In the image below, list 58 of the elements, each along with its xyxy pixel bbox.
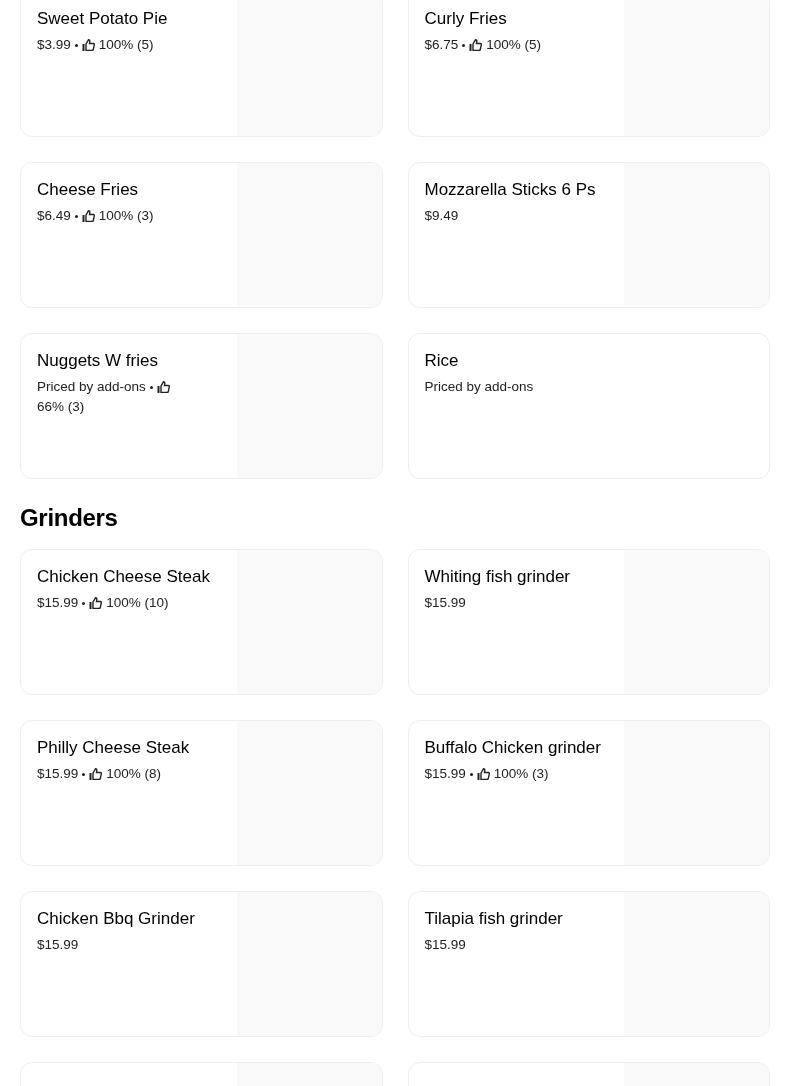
item-name: Mozzarella Sticks 6 Ps (424, 179, 596, 201)
thumbs-up-icon (156, 381, 170, 393)
item-name: Whiting fish grinder (424, 566, 570, 588)
item-price: $15.99 (424, 594, 466, 612)
thumbs-up-icon (469, 39, 483, 51)
thumbs-up-icon (81, 39, 95, 51)
item-rating: 100% (10) (106, 594, 169, 612)
menu-item-card[interactable]: Rice Priced by add-ons (407, 333, 770, 479)
item-name: Chicken Bbq Grinder (37, 908, 195, 930)
item-rating: 66% (3) (37, 398, 85, 416)
item-name: Rice (424, 350, 459, 372)
thumbs-up-icon (476, 768, 490, 780)
item-price: $6.49 (37, 207, 71, 225)
separator-dot (74, 43, 78, 47)
separator-dot (74, 214, 78, 218)
item-name: Sweet Potato Pie (37, 8, 168, 30)
item-price: Priced by add-ons (424, 378, 534, 396)
separator-dot (82, 772, 86, 776)
menu-item-card[interactable]: Philly Cheese Steak $15.99 100% (8) (20, 720, 383, 866)
item-rating: 100% (8) (106, 765, 162, 783)
separator-dot (149, 385, 153, 389)
item-name: Cheese Fries (37, 179, 139, 201)
item-price: $15.99 (37, 936, 79, 954)
menu-item-card[interactable]: Mozzarella Sticks 6 Ps $9.49 (407, 162, 770, 308)
section-heading: Grinders (20, 503, 119, 533)
thumbs-up-icon (89, 597, 103, 609)
item-rating: 100% (3) (98, 207, 154, 225)
thumbs-up-icon (89, 768, 103, 780)
menu-item-card[interactable]: Tilapia fish grinder $15.99 (407, 891, 770, 1037)
item-name: Buffalo Chicken grinder (424, 737, 601, 759)
menu-item-card[interactable]: Chicken Bbq Grinder $15.99 (20, 891, 383, 1037)
item-name: Curly Fries (424, 8, 507, 30)
item-name: Philly Cheese Steak (37, 737, 190, 759)
item-name: Nuggets W fries (37, 350, 158, 372)
menu-item-card[interactable]: Sweet Potato Pie $3.99 100% (5) (20, 0, 383, 137)
menu-item-card[interactable]: Whiting fish grinder $15.99 (407, 549, 770, 695)
item-price: $15.99 (37, 765, 79, 783)
item-price: Priced by add-ons (37, 378, 146, 396)
item-price: $3.99 (37, 36, 71, 54)
item-rating: 100% (5) (486, 36, 542, 54)
item-price: $15.99 (37, 594, 79, 612)
item-name: Tilapia fish grinder (424, 908, 563, 930)
item-price: $6.75 (424, 36, 459, 54)
item-price: $9.49 (424, 207, 459, 225)
menu-item-card[interactable]: Chicken Cheese Steak $15.99 100% (10) (20, 549, 383, 695)
item-rating: 100% (5) (98, 36, 154, 54)
menu-item-card[interactable]: Buffalo Chicken grinder $15.99 100% (3) (407, 720, 770, 866)
item-rating: 100% (3) (493, 765, 549, 783)
thumbs-up-icon (81, 210, 95, 222)
item-name: Chicken Cheese Steak (37, 566, 210, 588)
separator-dot (82, 601, 86, 605)
item-price: $15.99 (424, 936, 466, 954)
menu-item-card[interactable]: Cheese Fries $6.49 100% (3) (20, 162, 383, 308)
menu-item-card[interactable]: Nuggets W fries Priced by add-ons 66% (3) (20, 333, 383, 479)
separator-dot (469, 772, 473, 776)
menu-item-card[interactable]: Curly Fries $6.75 100% (5) (407, 0, 770, 137)
item-price: $15.99 (424, 765, 466, 783)
separator-dot (462, 43, 466, 47)
